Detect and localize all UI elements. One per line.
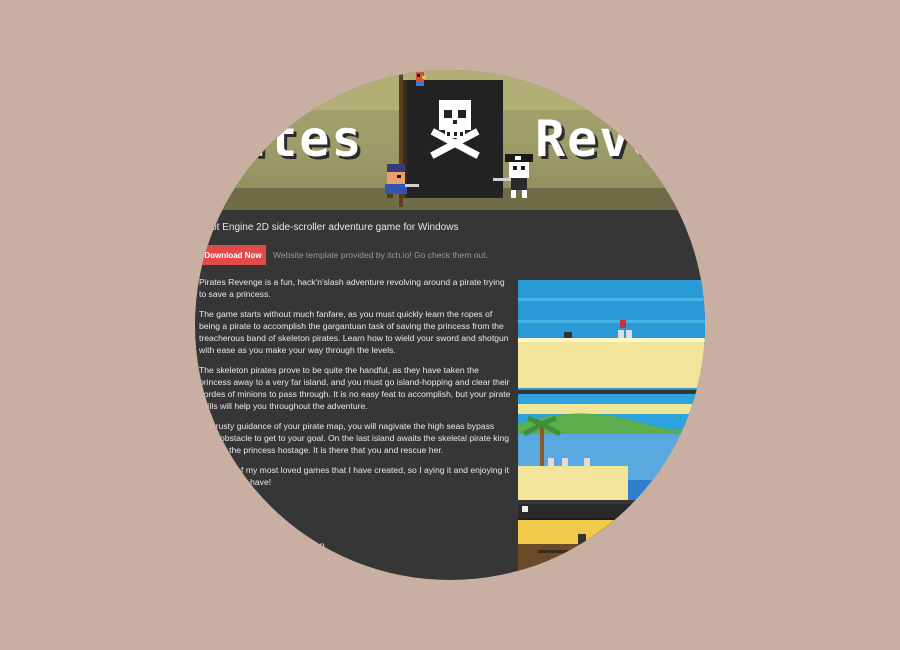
skeleton-captain-icon — [493, 154, 533, 198]
game-subtitle: odot Engine 2D side-scroller adventure g… — [200, 222, 459, 233]
description-paragraph: the trusty guidance of your pirate map, … — [199, 421, 510, 455]
beach-scene-image — [518, 280, 705, 390]
game-page: rates Reve odot Engine 2D side-scroller … — [195, 70, 705, 580]
game-banner: rates Reve — [195, 70, 705, 210]
viewport-circle: rates Reve odot Engine 2D side-scroller … — [195, 70, 705, 580]
text-fragment: ap — [315, 540, 325, 550]
banner-title-right: Reve — [535, 110, 664, 168]
parrot-icon — [416, 72, 426, 86]
description-paragraph: The skeleton pirates prove to be quite t… — [199, 365, 511, 411]
banner-title-left: rates — [203, 110, 364, 168]
island-scene-image — [518, 394, 705, 500]
description-paragraph: The game starts without much fanfare, as… — [199, 309, 509, 355]
download-button[interactable]: Download Now — [200, 245, 266, 265]
pirate-hero-icon — [385, 164, 419, 198]
skull-crossbones-icon — [430, 100, 480, 159]
game-description: Pirates Revenge is a fun, hack'n'slash a… — [199, 276, 511, 496]
screenshot-3[interactable] — [518, 504, 705, 580]
screenshot-2[interactable] — [518, 394, 705, 500]
description-paragraph: ge is one of my most loved games that I … — [199, 465, 510, 487]
screenshot-column — [518, 280, 705, 580]
screenshot-1[interactable] — [518, 280, 705, 390]
template-credit[interactable]: Website template provided by itch.io! Go… — [273, 250, 488, 260]
description-paragraph: Pirates Revenge is a fun, hack'n'slash a… — [199, 277, 505, 299]
ship-scene-image — [518, 504, 705, 580]
